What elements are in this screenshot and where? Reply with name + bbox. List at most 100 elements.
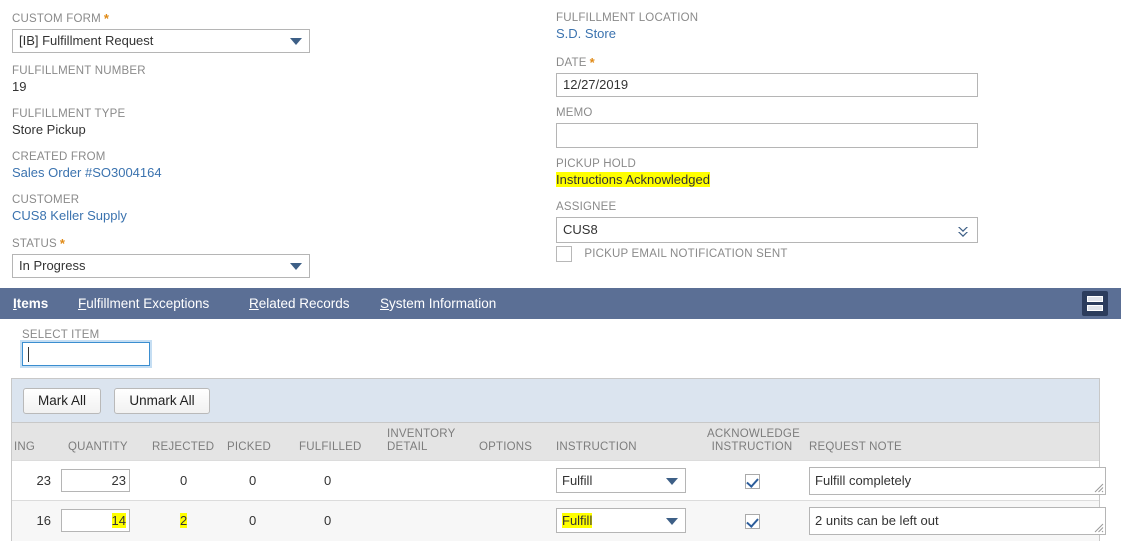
cell-options[interactable]	[477, 500, 552, 541]
cell-inventory-detail[interactable]	[387, 460, 477, 501]
table-header-row: ING QUANTITY REJECTED PICKED FULFILLED I…	[12, 423, 1099, 461]
fulfillment-location-link[interactable]: S.D. Store	[556, 25, 698, 42]
cell-instruction: Fulfill	[552, 500, 707, 541]
request-note-textarea[interactable]: 2 units can be left out	[809, 506, 1106, 535]
col-fulfilled[interactable]: FULFILLED	[297, 423, 387, 461]
field-label: MEMO	[556, 107, 593, 119]
mark-all-button[interactable]: Mark All	[23, 388, 102, 414]
field-fulfillment-type: FULFILLMENT TYPE Store Pickup	[12, 107, 125, 138]
col-acknowledge-instruction[interactable]: ACKNOWLEDGE INSTRUCTION	[707, 423, 800, 461]
field-created-from: CREATED FROM Sales Order #SO3004164	[12, 150, 162, 181]
resize-grip-icon[interactable]	[1094, 483, 1104, 493]
required-indicator: *	[103, 11, 110, 26]
field-date: DATE * 12/27/2019	[556, 56, 980, 97]
quantity-value: 14	[111, 513, 126, 529]
table-row: 23 23 0 0 0 Fulfill Fulfill completely	[12, 460, 1106, 501]
col-instruction[interactable]: INSTRUCTION	[552, 423, 707, 461]
cell-rejected: 0	[148, 460, 225, 501]
created-from-link[interactable]: Sales Order #SO3004164	[12, 164, 162, 181]
field-memo: MEMO	[556, 106, 980, 148]
resize-grip-icon[interactable]	[1094, 523, 1104, 533]
cell-acknowledge-instruction	[707, 500, 797, 541]
layout-bar-bottom	[1087, 305, 1103, 311]
status-select[interactable]: In Progress	[12, 254, 310, 278]
sublist-toolbar: Mark All Unmark All	[12, 379, 1099, 423]
col-rejected[interactable]: REJECTED	[148, 423, 225, 461]
tab-fulfillment-exceptions[interactable]: Fulfillment Exceptions	[78, 288, 209, 319]
customer-link[interactable]: CUS8 Keller Supply	[12, 207, 127, 224]
field-assignee: ASSIGNEE CUS8	[556, 200, 980, 243]
date-value: 12/27/2019	[563, 77, 629, 92]
active-tab-pointer	[28, 319, 44, 326]
quantity-input[interactable]: 14	[61, 509, 130, 533]
cell-fulfilled: 0	[297, 500, 387, 541]
col-quantity[interactable]: QUANTITY	[60, 423, 148, 461]
custom-form-select[interactable]: [IB] Fulfillment Request	[12, 29, 310, 53]
tab-bar: Items Fulfillment Exceptions Related Rec…	[0, 288, 1121, 326]
cell-instruction: Fulfill	[552, 460, 707, 501]
cell-fulfilled: 0	[297, 460, 387, 501]
tab-system-information[interactable]: System Information	[380, 288, 496, 319]
col-inventory-detail[interactable]: INVENTORY DETAIL	[387, 423, 477, 461]
items-sublist: Mark All Unmark All ING QUANTITY REJECTE…	[11, 378, 1106, 541]
col-remaining[interactable]: ING	[12, 423, 60, 461]
cell-options[interactable]	[477, 460, 552, 501]
cell-request-note: Fulfill completely	[797, 460, 1106, 501]
field-label: PICKUP HOLD	[556, 158, 636, 170]
double-chevron-down-icon	[956, 223, 970, 237]
field-custom-form: CUSTOM FORM * [IB] Fulfillment Request	[12, 12, 312, 53]
cell-quantity: 23	[60, 460, 148, 501]
field-label: DATE *	[556, 55, 595, 70]
chevron-down-icon	[666, 517, 678, 525]
required-indicator: *	[589, 55, 595, 70]
quantity-input[interactable]: 23	[61, 469, 130, 492]
quantity-value: 23	[111, 473, 126, 488]
tab-items[interactable]: Items	[13, 288, 48, 319]
layout-bar-top	[1087, 296, 1103, 302]
select-item-input[interactable]	[22, 342, 150, 366]
rejected-value: 0	[180, 473, 188, 488]
list-layout-icon[interactable]	[1082, 291, 1108, 316]
chevron-down-icon	[666, 477, 678, 485]
field-status: STATUS * In Progress	[12, 237, 312, 278]
chevron-down-icon	[290, 38, 302, 45]
cell-remaining: 23	[12, 460, 60, 501]
date-input[interactable]: 12/27/2019	[556, 73, 978, 97]
items-table: ING QUANTITY REJECTED PICKED FULFILLED I…	[12, 423, 1106, 541]
pickup-email-notification-checkbox[interactable]	[556, 246, 572, 262]
instruction-select[interactable]: Fulfill	[556, 508, 686, 534]
unmark-all-button[interactable]: Unmark All	[114, 388, 210, 414]
custom-form-value: [IB] Fulfillment Request	[19, 33, 154, 48]
col-options[interactable]: OPTIONS	[477, 423, 552, 461]
cell-quantity: 14	[60, 500, 148, 541]
request-note-value: 2 units can be left out	[815, 512, 939, 528]
field-label: ASSIGNEE	[556, 201, 617, 213]
cell-request-note: 2 units can be left out	[797, 500, 1106, 541]
field-customer: CUSTOMER CUS8 Keller Supply	[12, 193, 127, 224]
field-label: FULFILLMENT LOCATION	[556, 12, 699, 24]
field-label: FULFILLMENT TYPE	[12, 108, 126, 120]
request-note-textarea[interactable]: Fulfill completely	[809, 466, 1106, 495]
field-label: STATUS *	[12, 236, 66, 251]
fulfillment-type-value: Store Pickup	[12, 122, 86, 137]
cell-remaining: 16	[12, 500, 60, 541]
cell-inventory-detail[interactable]	[387, 500, 477, 541]
fulfillment-number-value: 19	[12, 79, 27, 94]
col-request-note[interactable]: REQUEST NOTE	[797, 423, 1099, 461]
field-label: CUSTOM FORM *	[12, 11, 110, 26]
field-pickup-hold: PICKUP HOLD Instructions Acknowledged	[556, 157, 710, 188]
select-item-label: SELECT ITEM	[22, 329, 100, 341]
pickup-hold-value: Instructions Acknowledged	[556, 172, 710, 187]
instruction-select[interactable]: Fulfill	[556, 468, 686, 493]
rejected-value: 2	[180, 513, 188, 529]
acknowledge-instruction-checkbox[interactable]	[744, 513, 760, 529]
memo-input[interactable]	[556, 123, 978, 148]
required-indicator: *	[59, 236, 66, 251]
field-label: CUSTOMER	[12, 194, 80, 206]
acknowledge-instruction-checkbox[interactable]	[744, 473, 760, 489]
field-label: FULFILLMENT NUMBER	[12, 65, 146, 77]
col-picked[interactable]: PICKED	[225, 423, 297, 461]
tab-related-records[interactable]: Related Records	[249, 288, 350, 319]
assignee-lookup[interactable]: CUS8	[556, 217, 978, 243]
cell-acknowledge-instruction	[707, 460, 797, 501]
